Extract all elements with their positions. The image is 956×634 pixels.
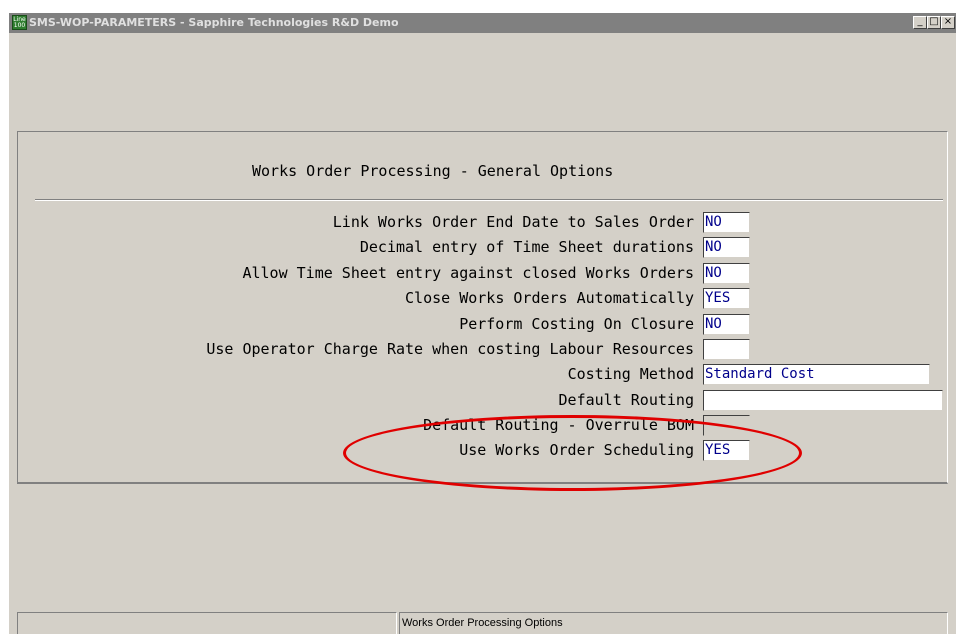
minimize-icon: _ <box>917 16 923 27</box>
minimize-button[interactable]: _ <box>913 16 927 29</box>
row-label-default-routing: Default Routing <box>558 391 694 409</box>
row-label-link-end-date: Link Works Order End Date to Sales Order <box>332 213 694 231</box>
field-costing-method[interactable]: Standard Cost <box>703 364 930 385</box>
status-bar: Works Order Processing Options <box>17 612 948 634</box>
row-label-close-auto: Close Works Orders Automatically <box>405 289 694 307</box>
title-separator <box>35 199 943 201</box>
title-bar[interactable]: Line 100 SMS-WOP-PARAMETERS - Sapphire T… <box>9 13 956 33</box>
field-link-end-date[interactable]: NO <box>703 212 750 233</box>
field-operator-rate[interactable] <box>703 339 750 360</box>
row-label-operator-rate: Use Operator Charge Rate when costing La… <box>206 340 694 358</box>
field-close-auto[interactable]: YES <box>703 288 750 309</box>
field-costing-on-closure[interactable]: NO <box>703 314 750 335</box>
field-default-routing[interactable] <box>703 390 943 411</box>
row-label-costing-method: Costing Method <box>567 365 694 383</box>
row-label-wo-scheduling: Use Works Order Scheduling <box>459 441 694 459</box>
status-cell-message: Works Order Processing Options <box>399 612 948 634</box>
panel-title: Works Order Processing - General Options <box>252 162 614 180</box>
app-icon: Line 100 <box>12 15 27 30</box>
window-title: SMS-WOP-PARAMETERS - Sapphire Technologi… <box>29 16 399 29</box>
maximize-button[interactable]: □ <box>927 16 941 29</box>
row-label-allow-timesheet: Allow Time Sheet entry against closed Wo… <box>242 264 694 282</box>
row-label-overrule-bom: Default Routing - Overrule BOM <box>423 416 694 434</box>
field-allow-timesheet[interactable]: NO <box>703 263 750 284</box>
field-overrule-bom[interactable] <box>703 415 750 436</box>
field-decimal-entry[interactable]: NO <box>703 237 750 258</box>
maximize-icon: □ <box>929 16 939 27</box>
app-icon-text-bottom: 100 <box>13 22 26 29</box>
row-label-decimal-entry: Decimal entry of Time Sheet durations <box>359 238 694 256</box>
close-icon: × <box>943 16 953 27</box>
field-wo-scheduling[interactable]: YES <box>703 440 750 461</box>
close-button[interactable]: × <box>941 16 955 29</box>
status-cell-left <box>17 612 397 634</box>
row-label-costing-on-closure: Perform Costing On Closure <box>459 315 694 333</box>
